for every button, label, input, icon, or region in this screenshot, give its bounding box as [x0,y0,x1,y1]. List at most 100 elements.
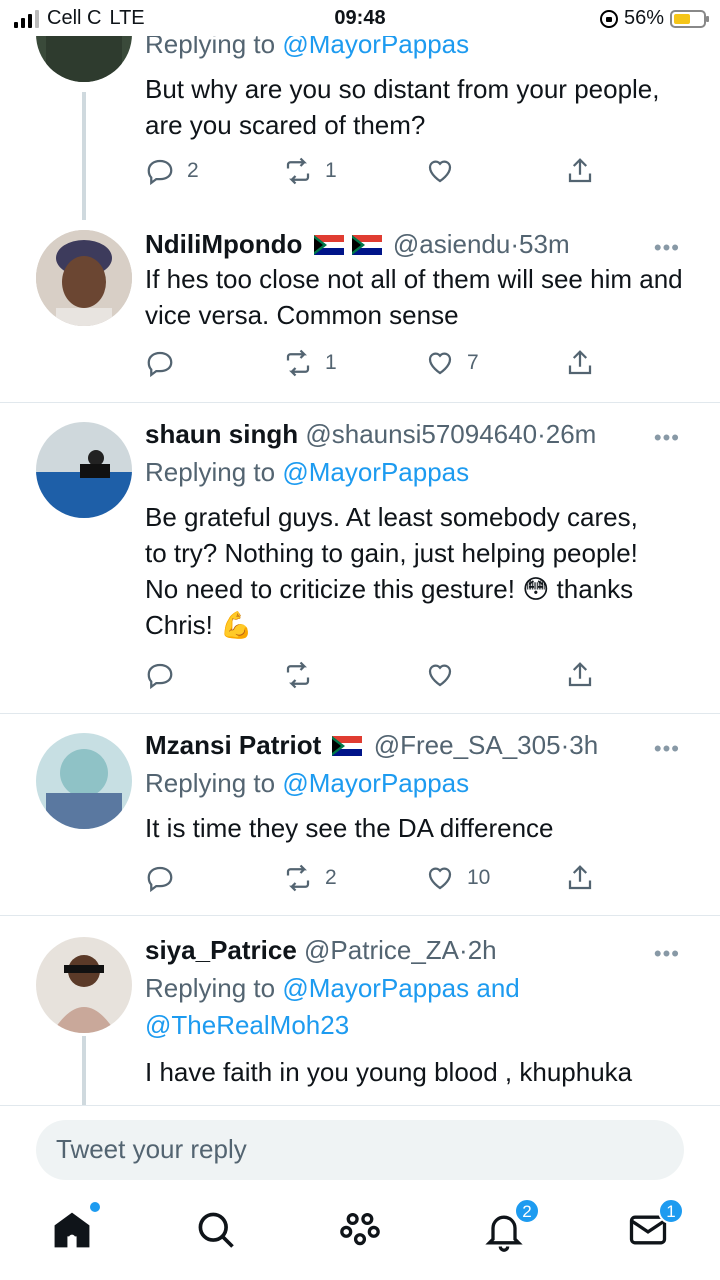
tweet-time[interactable]: 26m [546,419,597,449]
tweet-actions: 1 7 [145,343,605,383]
display-name[interactable]: Mzansi Patriot [145,730,321,760]
avatar[interactable] [36,733,132,829]
heart-icon [428,160,452,183]
avatar[interactable] [36,937,132,1033]
display-name[interactable]: siya_Patrice [145,935,297,965]
tweet-text-segment: No need to criticize this gesture! [145,574,515,604]
tweet-item[interactable]: shaun singh @shaunsi57094640·26m ••• Rep… [0,403,720,713]
tweet-item[interactable]: siya_Patrice @Patrice_ZA·2h ••• Replying… [0,916,720,1105]
tweet-time[interactable]: 3h [569,730,598,760]
retweet-button[interactable]: 1 [283,343,337,383]
nav-search[interactable] [194,1208,238,1252]
retweet-count: 2 [325,866,337,889]
tweet-text-segment: Chris! [145,610,213,640]
thread-line [82,92,86,220]
share-icon [568,350,592,375]
tweet-actions: 2 10 [145,858,605,898]
tweet-text: But why are you so distant from your peo… [145,74,660,140]
tweet-content: shaun singh @shaunsi57094640·26m ••• Rep… [145,417,690,643]
avatar[interactable] [36,230,132,326]
tweet-header: shaun singh @shaunsi57094640·26m [145,417,690,451]
share-button[interactable] [565,151,595,191]
reply-button[interactable] [145,655,187,695]
flushed-face-emoji: 😳 [522,574,550,604]
reply-icon [147,159,173,186]
heart-icon [428,867,452,890]
tweet-text-line: No need to criticize this gesture! 😳 tha… [145,571,690,607]
user-handle[interactable]: @shaunsi57094640 [305,419,537,449]
heart-icon [428,352,452,375]
like-button[interactable]: 10 [425,858,490,898]
reply-button[interactable] [145,858,187,898]
avatar[interactable] [36,422,132,518]
search-icon [198,1212,234,1248]
tweet-content: siya_Patrice @Patrice_ZA·2h ••• Replying… [145,933,690,1090]
reply-icon [147,866,173,893]
retweet-icon [286,349,310,377]
nav-spaces[interactable] [338,1208,382,1252]
separator-dot: · [537,419,546,449]
like-button[interactable] [425,655,467,695]
orientation-lock-icon [599,9,618,28]
user-handle[interactable]: @asiendu [393,229,510,259]
notifications-badge: 2 [514,1198,540,1224]
mention-link[interactable]: @MayorPappas [282,768,469,798]
share-button[interactable] [565,858,595,898]
nav-home[interactable] [50,1202,100,1252]
reply-button[interactable] [145,343,187,383]
more-options-icon[interactable]: ••• [654,736,680,762]
more-options-icon[interactable]: ••• [654,941,680,967]
tweet-content: NdiliMpondo @asiendu·53m ••• If hes too … [145,227,690,333]
replying-to: Replying to @MayorPappas [145,765,690,802]
display-name[interactable]: shaun singh [145,419,298,449]
messages-badge: 1 [658,1198,684,1224]
display-name[interactable]: NdiliMpondo [145,229,302,259]
more-options-icon[interactable]: ••• [654,425,680,451]
reply-feed[interactable]: Replying to @MayorPappas But why are you… [0,0,720,1105]
home-new-dot [90,1202,100,1212]
retweet-button[interactable]: 1 [283,151,337,191]
tweet-header: siya_Patrice @Patrice_ZA·2h [145,933,690,967]
like-button[interactable]: 7 [425,343,479,383]
tweet-text: If hes too close not all of them will se… [145,264,683,330]
tweet-time[interactable]: 53m [519,229,570,259]
mention-link[interactable]: @TheRealMoh23 [145,1010,349,1040]
heart-icon [428,664,452,687]
reply-count: 2 [187,159,199,182]
status-bar: Cell C LTE 09:48 56% [0,0,720,36]
reply-icon [147,351,173,378]
tweet-text-line: to try? Nothing to gain, just helping pe… [145,538,638,568]
battery-percent: 56% [623,7,664,29]
retweet-icon [286,661,310,689]
retweet-icon [286,864,310,892]
share-button[interactable] [565,655,595,695]
user-handle[interactable]: @Patrice_ZA [304,935,459,965]
retweet-icon [286,157,310,185]
tweet-header: Mzansi Patriot @Free_SA_305·3h [145,728,690,762]
separator-dot: · [459,935,468,965]
tweet-time[interactable]: 2h [468,935,497,965]
mention-link[interactable]: @MayorPappas [282,973,469,1003]
tweet-item[interactable]: NdiliMpondo @asiendu·53m ••• If hes too … [0,225,720,402]
tweet-reply-input[interactable]: Tweet your reply [36,1120,684,1180]
tweet-text: It is time they see the DA difference [145,813,554,843]
flexed-biceps-emoji: 💪 [220,610,253,640]
retweet-button[interactable]: 2 [283,858,337,898]
tweet-text-segment: thanks [556,574,634,604]
tweet-text-line: Chris! 💪 [145,607,690,643]
retweet-button[interactable] [283,655,325,695]
like-button[interactable] [425,151,467,191]
replying-to-label: Replying to [145,457,276,487]
user-handle[interactable]: @Free_SA_305 [374,730,561,760]
reply-bar: Tweet your reply [0,1105,720,1190]
nav-messages[interactable]: 1 [626,1198,684,1252]
share-button[interactable] [565,343,595,383]
tweet-actions: 2 1 [145,151,605,191]
nav-notifications[interactable]: 2 [482,1198,540,1252]
mention-link[interactable]: @MayorPappas [282,457,469,487]
reply-button[interactable]: 2 [145,151,199,191]
tweet-text: I have faith in you young blood , khuphu… [145,1057,633,1087]
tweet-item[interactable]: Mzansi Patriot @Free_SA_305·3h ••• Reply… [0,714,720,915]
more-options-icon[interactable]: ••• [654,235,680,261]
battery-icon [670,9,709,28]
